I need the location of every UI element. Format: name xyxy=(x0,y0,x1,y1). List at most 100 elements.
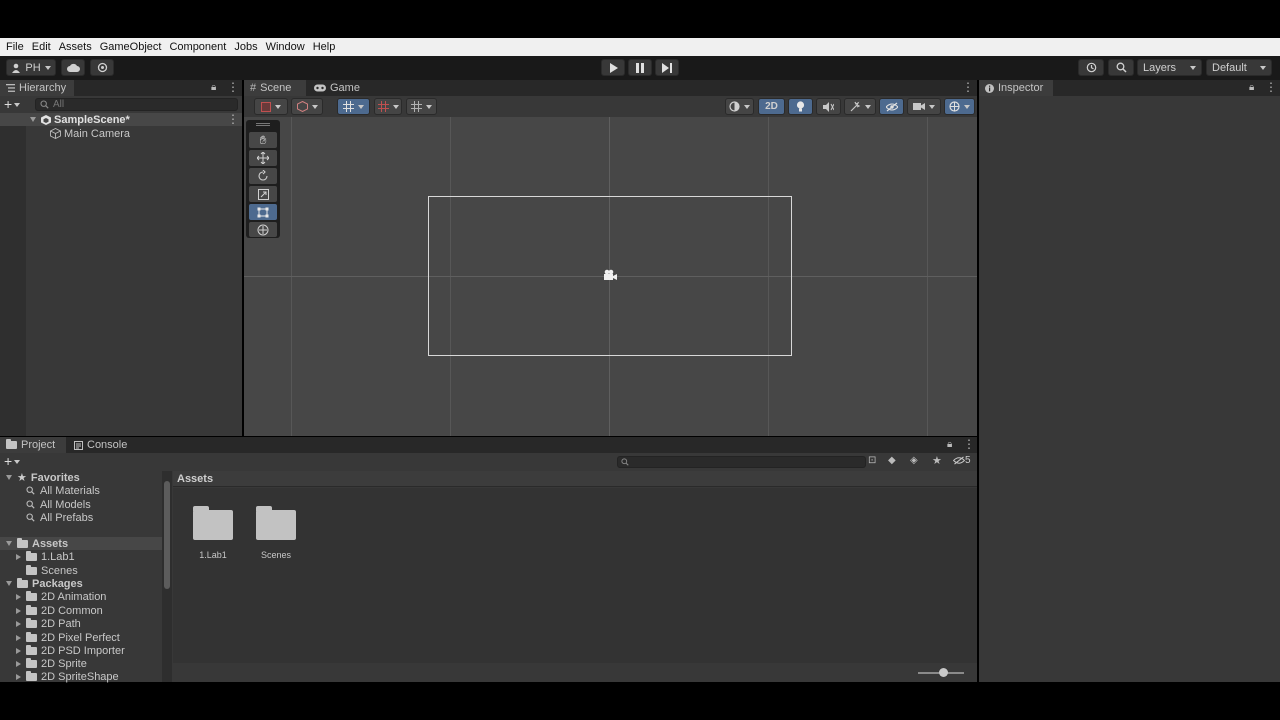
step-button[interactable] xyxy=(655,59,679,76)
menu-edit[interactable]: Edit xyxy=(32,41,51,53)
effects-button[interactable] xyxy=(844,98,876,115)
lighting-toggle[interactable] xyxy=(788,98,813,115)
favorites-row[interactable]: ★ Favorites xyxy=(6,471,80,484)
menu-file[interactable]: File xyxy=(6,41,24,53)
camera-gizmo-icon[interactable] xyxy=(602,269,617,281)
lock-icon[interactable]: 🔒︎ xyxy=(211,82,216,93)
list-icon xyxy=(6,84,15,92)
rotate-tool-button[interactable] xyxy=(249,168,277,184)
package-2d-common[interactable]: 2D Common xyxy=(16,604,103,617)
scale-tool-button[interactable] xyxy=(249,186,277,202)
undo-history-button[interactable] xyxy=(1078,59,1104,76)
scene-row[interactable]: SampleScene* ⋮ xyxy=(0,112,242,126)
draw-mode-button[interactable] xyxy=(254,98,288,115)
hierarchy-item-main-camera[interactable]: Main Camera xyxy=(50,127,130,140)
rect-transform-icon xyxy=(257,207,269,217)
lock-icon[interactable]: 🔒︎ xyxy=(1249,82,1254,93)
tab-game[interactable]: Game xyxy=(308,80,368,96)
filter-type-icon[interactable]: ◆ xyxy=(888,455,896,466)
tree-scrollbar[interactable] xyxy=(162,471,172,682)
menu-window[interactable]: Window xyxy=(266,41,305,53)
shading-mode-button[interactable] xyxy=(725,98,754,115)
hand-tool-button[interactable]: ✋︎ xyxy=(249,132,277,148)
breadcrumb[interactable]: Assets xyxy=(173,471,977,487)
tab-project[interactable]: Project xyxy=(0,437,66,453)
rotate-icon xyxy=(258,170,268,181)
hierarchy-search-input[interactable]: All xyxy=(35,98,238,111)
hierarchy-tabbar: Hierarchy 🔒︎ ⋮ xyxy=(0,80,242,96)
transform-tool-button[interactable] xyxy=(249,222,277,237)
scene-viewport[interactable]: ✋︎ xyxy=(244,117,977,436)
menu-jobs[interactable]: Jobs xyxy=(234,41,257,53)
scale-icon xyxy=(257,188,269,200)
package-2d-spriteshape[interactable]: 2D SpriteShape xyxy=(16,670,119,683)
tab-inspector[interactable]: Inspector xyxy=(979,80,1053,96)
grid-visibility-button[interactable] xyxy=(406,98,437,115)
package-2d-pixel-perfect[interactable]: 2D Pixel Perfect xyxy=(16,631,120,644)
cloud-button[interactable] xyxy=(61,59,85,76)
favorite-star-icon[interactable]: ★ xyxy=(932,454,942,467)
collab-button[interactable] xyxy=(90,59,114,76)
asset-folder-1-lab1[interactable]: 1.Lab1 xyxy=(193,506,233,562)
create-asset-button[interactable]: + xyxy=(4,454,21,468)
gizmo-globe-icon xyxy=(949,101,960,112)
package-2d-animation[interactable]: 2D Animation xyxy=(16,590,106,603)
project-panel: Project Console 🔒︎ ⋮ + ⊡ ◆ ◈ ★ 5 ★ Favori… xyxy=(0,437,977,683)
increment-snap-button[interactable] xyxy=(374,98,402,115)
pause-button[interactable] xyxy=(628,59,652,76)
render-mode-button[interactable] xyxy=(291,98,323,115)
favorite-all-models[interactable]: All Models xyxy=(26,498,91,511)
info-icon xyxy=(985,83,994,93)
package-2d-path[interactable]: 2D Path xyxy=(16,617,81,630)
hierarchy-search-placeholder: All xyxy=(53,99,65,110)
menu-component[interactable]: Component xyxy=(169,41,226,53)
camera-settings-button[interactable] xyxy=(907,98,941,115)
assets-root-row[interactable]: Assets xyxy=(0,537,162,550)
package-2d-sprite[interactable]: 2D Sprite xyxy=(16,657,87,670)
tab-scene[interactable]: # Scene xyxy=(244,80,306,96)
2d-mode-toggle[interactable]: 2D xyxy=(758,98,785,115)
hierarchy-tree: SampleScene* ⋮ Main Camera xyxy=(0,112,242,436)
rect-tool-button[interactable] xyxy=(249,204,277,220)
kebab-menu-icon[interactable]: ⋮ xyxy=(1265,80,1277,94)
search-button[interactable] xyxy=(1108,59,1134,76)
package-2d-psd-importer[interactable]: 2D PSD Importer xyxy=(16,644,125,657)
kebab-menu-icon[interactable]: ⋮ xyxy=(227,80,239,94)
play-button[interactable] xyxy=(601,59,625,76)
tab-hierarchy[interactable]: Hierarchy xyxy=(0,80,74,96)
menu-assets[interactable]: Assets xyxy=(59,41,92,53)
scene-menu-icon[interactable]: ⋮ xyxy=(962,80,974,94)
tab-console[interactable]: Console xyxy=(68,437,138,453)
grid-snap-button[interactable] xyxy=(337,98,370,115)
project-search-input[interactable] xyxy=(617,456,866,468)
label-tag-icon[interactable]: ◈ xyxy=(910,455,918,466)
folder-1-lab1[interactable]: 1.Lab1 xyxy=(16,550,75,563)
tree-scrollbar-thumb[interactable] xyxy=(164,481,170,589)
grid-icon xyxy=(377,101,389,112)
gizmos-button[interactable] xyxy=(944,98,975,115)
layout-dropdown[interactable]: Default xyxy=(1206,59,1272,76)
account-button[interactable]: PH xyxy=(6,59,56,76)
asset-folder-scenes[interactable]: Scenes xyxy=(256,506,296,562)
assets-root-label: Assets xyxy=(32,537,69,550)
packages-root-row[interactable]: Packages xyxy=(6,577,83,590)
audio-toggle[interactable] xyxy=(816,98,841,115)
favorite-all-materials[interactable]: All Materials xyxy=(26,484,100,497)
pause-icon xyxy=(636,62,644,73)
icon-size-slider-thumb[interactable] xyxy=(939,668,948,677)
layers-dropdown[interactable]: Layers xyxy=(1137,59,1202,76)
menu-help[interactable]: Help xyxy=(313,41,336,53)
move-tool-button[interactable] xyxy=(249,150,277,166)
kebab-menu-icon[interactable]: ⋮ xyxy=(963,437,975,451)
add-object-button[interactable]: + xyxy=(4,97,21,111)
lock-icon[interactable]: 🔒︎ xyxy=(947,439,952,450)
hidden-packages-toggle[interactable]: 5 xyxy=(953,455,971,466)
folder-scenes[interactable]: Scenes xyxy=(26,564,78,577)
hidden-objects-toggle[interactable] xyxy=(879,98,904,115)
search-by-type-icon[interactable]: ⊡ xyxy=(868,455,876,466)
menu-gameobject[interactable]: GameObject xyxy=(100,41,162,53)
scene-tabbar: # Scene Game ⋮ xyxy=(244,80,977,96)
scene-menu-icon[interactable]: ⋮ xyxy=(227,112,239,126)
favorite-all-prefabs[interactable]: All Prefabs xyxy=(26,511,93,524)
grid-visibility-icon xyxy=(411,101,422,112)
